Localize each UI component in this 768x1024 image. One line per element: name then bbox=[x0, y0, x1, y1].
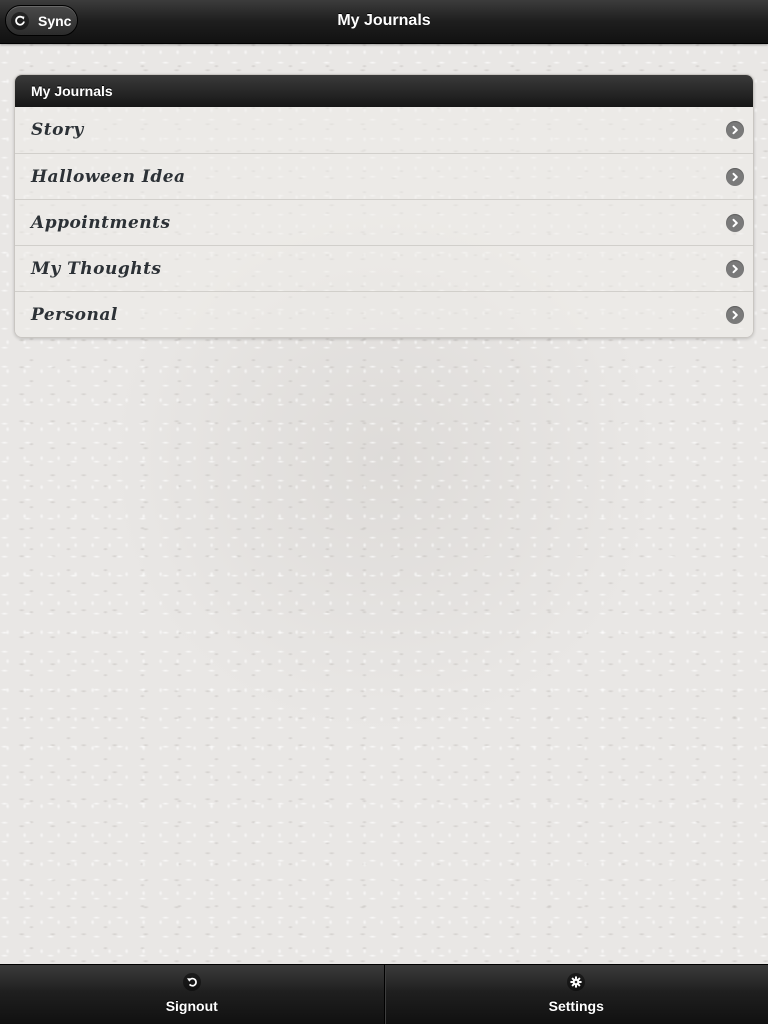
sync-button-label: Sync bbox=[38, 12, 72, 29]
bottom-tab-bar: Signout Settings bbox=[0, 964, 768, 1024]
gear-icon bbox=[567, 973, 586, 991]
journal-item-label: Story bbox=[31, 120, 84, 140]
chevron-right-icon bbox=[726, 214, 744, 232]
journal-item-label: My Thoughts bbox=[31, 259, 162, 279]
refresh-icon bbox=[11, 11, 29, 30]
journal-item-label: Personal bbox=[31, 305, 118, 325]
journal-item-appointments[interactable]: Appointments bbox=[15, 199, 753, 245]
journal-item-story[interactable]: Story bbox=[15, 107, 753, 153]
chevron-right-icon bbox=[726, 260, 744, 278]
chevron-right-icon bbox=[726, 168, 744, 186]
journal-item-label: Halloween Idea bbox=[31, 167, 186, 187]
sync-button[interactable]: Sync bbox=[5, 5, 78, 36]
page-title: My Journals bbox=[337, 12, 431, 29]
chevron-right-icon bbox=[726, 121, 744, 139]
chevron-right-icon bbox=[726, 306, 744, 324]
settings-button[interactable]: Settings bbox=[383, 965, 768, 1024]
signout-button[interactable]: Signout bbox=[0, 965, 384, 1024]
settings-label: Settings bbox=[548, 998, 604, 1014]
journal-item-my-thoughts[interactable]: My Thoughts bbox=[15, 245, 753, 291]
signout-icon bbox=[182, 973, 201, 991]
journal-item-label: Appointments bbox=[31, 213, 171, 233]
top-navigation-bar: My Journals Sync bbox=[0, 0, 768, 44]
journal-list: My Journals Story Halloween Idea Appoint… bbox=[14, 74, 754, 338]
journal-item-halloween-idea[interactable]: Halloween Idea bbox=[15, 153, 753, 199]
journal-list-heading: My Journals bbox=[15, 75, 753, 107]
signout-label: Signout bbox=[165, 998, 218, 1014]
journal-item-personal[interactable]: Personal bbox=[15, 291, 753, 337]
